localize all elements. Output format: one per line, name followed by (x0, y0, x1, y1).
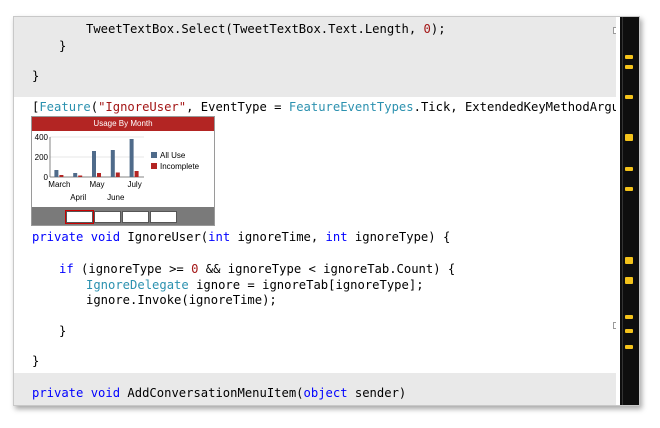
code-line-brace: } (32, 354, 40, 368)
chart-thumbnail-strip (32, 207, 214, 225)
chart-thumbnail[interactable] (65, 210, 94, 224)
chart-thumbnail[interactable] (122, 211, 149, 223)
bar-incomplete (115, 172, 120, 177)
code-line-declaration: IgnoreDelegate ignore = ignoreTab[ignore… (86, 278, 424, 292)
bar-incomplete (134, 171, 139, 177)
overview-marker[interactable] (625, 65, 633, 69)
bar-incomplete (59, 175, 64, 177)
collapse-marker-icon[interactable] (613, 322, 616, 329)
overview-marker[interactable] (625, 187, 633, 191)
x-tick-label: July (127, 180, 141, 189)
bar-all-use (73, 173, 78, 177)
bar-all-use (92, 151, 96, 177)
code-line-attribute: [Feature("IgnoreUser", EventType = Featu… (32, 100, 616, 114)
legend-swatch (151, 163, 157, 169)
chart-title: Usage By Month (32, 117, 214, 131)
overview-margin[interactable] (620, 17, 639, 405)
x-tick-label: April (70, 193, 86, 202)
chart-thumbnail[interactable] (94, 211, 121, 223)
bar-all-use (110, 150, 115, 177)
overview-marker[interactable] (625, 257, 633, 264)
bar-all-use (129, 139, 134, 177)
code-line-select: TweetTextBox.Select(TweetTextBox.Text.Le… (86, 22, 446, 36)
editor-window: TweetTextBox.Select(TweetTextBox.Text.Le… (13, 16, 640, 406)
overview-marker[interactable] (625, 55, 633, 59)
code-line-if: if (ignoreType >= 0 && ignoreType < igno… (59, 262, 456, 276)
overview-marker[interactable] (625, 329, 633, 333)
legend-label: All Use (160, 151, 186, 160)
legend-swatch (151, 152, 157, 158)
x-tick-label: May (89, 180, 104, 189)
usage-chart-widget[interactable]: Usage By Month 0 200 400 March April May June J… (31, 116, 215, 226)
overview-marker[interactable] (625, 315, 633, 319)
legend-label: Incomplete (160, 162, 200, 171)
bar-incomplete (78, 175, 83, 177)
code-line-brace: } (59, 39, 67, 53)
overview-marker[interactable] (625, 134, 633, 141)
overview-marker[interactable] (625, 277, 633, 284)
code-line-method: private void AddConversationMenuItem(obj… (32, 386, 407, 400)
chart-thumbnail[interactable] (150, 211, 177, 223)
code-line-signature: private void IgnoreUser(int ignoreTime, … (32, 230, 451, 244)
overview-marker[interactable] (625, 95, 633, 99)
overview-marker[interactable] (625, 345, 633, 349)
code-editor[interactable]: TweetTextBox.Select(TweetTextBox.Text.Le… (14, 17, 616, 405)
bar-incomplete (97, 173, 101, 177)
y-tick-label: 400 (35, 133, 49, 142)
code-line-invoke: ignore.Invoke(ignoreTime); (86, 293, 277, 307)
usage-bar-chart: 0200400MarchAprilMayJuneJulyAll UseIncom… (35, 133, 200, 202)
collapse-marker-icon[interactable] (613, 27, 616, 34)
code-line-brace: } (59, 324, 67, 338)
y-tick-label: 200 (35, 153, 49, 162)
x-tick-label: June (107, 193, 125, 202)
overview-marker[interactable] (625, 167, 633, 171)
bar-all-use (54, 170, 59, 177)
code-line-brace: } (32, 69, 40, 83)
x-tick-label: March (48, 180, 70, 189)
